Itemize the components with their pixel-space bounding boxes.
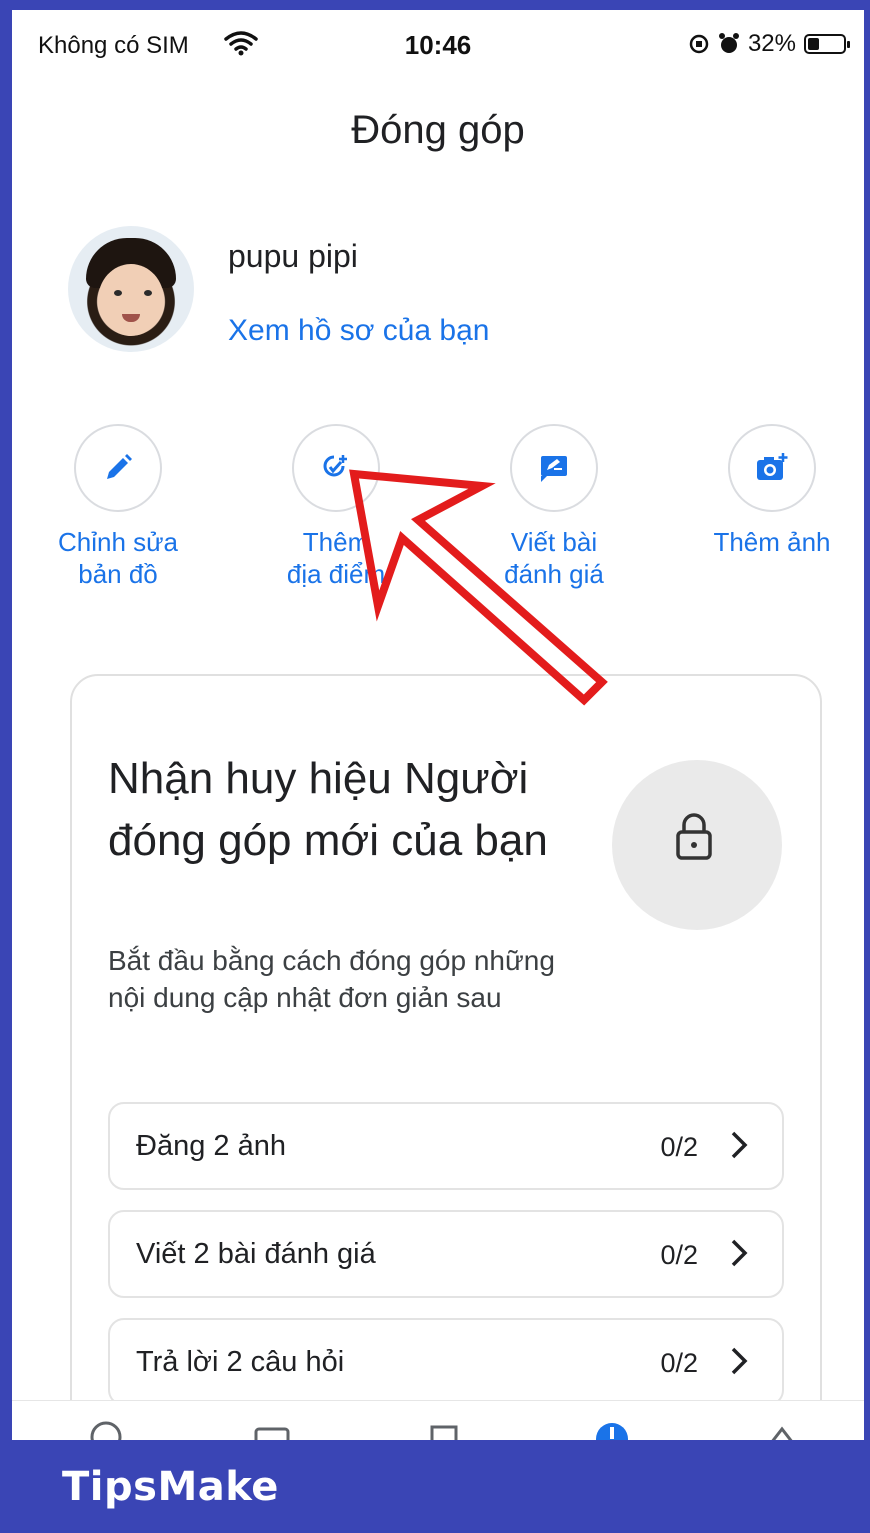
annotation-arrow xyxy=(349,469,608,706)
brand-logo: TipsMake xyxy=(62,1464,279,1510)
phone-screen: Không có SIM 10:46 32% Đóng góp pupu pip… xyxy=(12,10,864,1440)
